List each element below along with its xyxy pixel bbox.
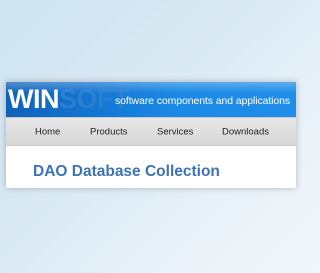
header-banner: WINSOFT software components and applicat…: [6, 82, 296, 117]
nav-item-home[interactable]: Home: [35, 126, 60, 137]
site-tagline: software components and applications: [115, 95, 291, 107]
logo-primary-text: WIN: [8, 84, 59, 114]
site-logo[interactable]: WINSOFT: [8, 84, 129, 114]
nav-item-products[interactable]: Products: [90, 126, 128, 137]
nav-item-downloads[interactable]: Downloads: [222, 126, 269, 137]
page-title: DAO Database Collection: [33, 163, 220, 180]
main-navigation: Home Products Services Downloads: [6, 117, 296, 146]
website-frame: WINSOFT software components and applicat…: [6, 82, 296, 188]
nav-item-services[interactable]: Services: [157, 126, 193, 137]
